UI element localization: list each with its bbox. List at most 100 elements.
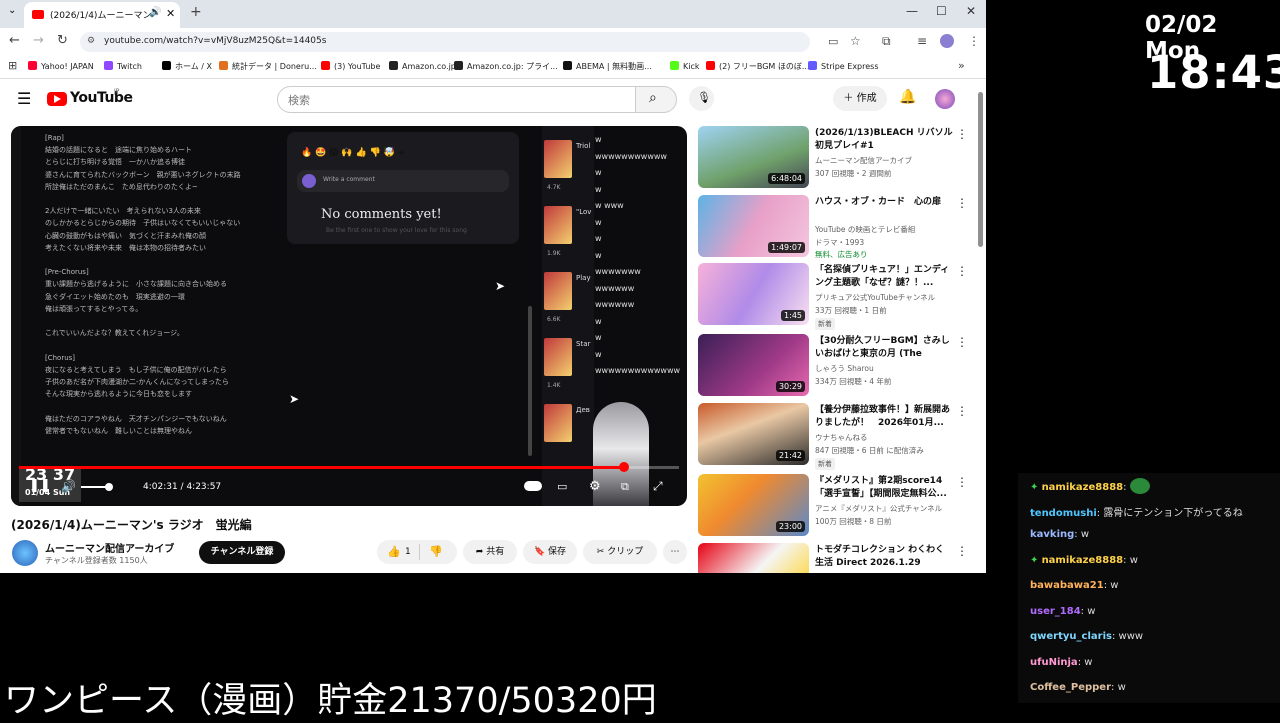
save-button[interactable]: 🔖 保存 xyxy=(523,540,577,564)
search-input[interactable] xyxy=(277,86,637,113)
cast-icon[interactable]: ▭ xyxy=(828,35,838,48)
minimize-icon[interactable]: — xyxy=(906,4,918,18)
subscribe-button[interactable]: チャンネル登録 xyxy=(199,541,285,564)
search-button[interactable]: ⌕ xyxy=(635,86,677,113)
more-options-icon[interactable]: ⋮ xyxy=(956,264,968,278)
maximize-icon[interactable]: ☐ xyxy=(936,4,947,18)
browser-menu-icon[interactable]: ⋮ xyxy=(968,34,980,48)
new-tab-icon[interactable]: + xyxy=(190,4,202,20)
track-title[interactable]: Star xyxy=(576,340,590,348)
channel-name[interactable]: ムーニーマン配信アーカイブ xyxy=(45,540,174,555)
miniplayer-icon[interactable]: ⧉ xyxy=(621,480,629,494)
autoplay-toggle[interactable] xyxy=(524,481,542,491)
fullscreen-icon[interactable]: ⤢ xyxy=(653,479,663,494)
more-options-icon[interactable]: ⋮ xyxy=(956,404,968,418)
dislike-icon[interactable]: 👎 xyxy=(429,540,443,564)
track-title[interactable]: Triol xyxy=(576,142,590,150)
related-thumbnail[interactable]: 21:42 xyxy=(698,403,809,465)
bookmark-item[interactable]: Amazon.co.jp xyxy=(389,61,456,71)
notifications-bell-icon[interactable]: 🔔 xyxy=(899,89,916,105)
track-cover-image[interactable] xyxy=(544,140,572,178)
bookmark-item[interactable]: Amazon.co.jp: プライ... xyxy=(454,61,558,72)
account-avatar[interactable] xyxy=(935,89,955,109)
related-title[interactable]: ハウス・オブ・カード 心の扉 xyxy=(815,196,953,209)
track-title[interactable]: Дев xyxy=(576,406,590,414)
clip-button[interactable]: ✂ クリップ xyxy=(583,540,657,564)
related-title[interactable]: (2026/1/13)BLEACH リバソル 初見プレイ#1 xyxy=(815,127,953,153)
more-options-icon[interactable]: ⋮ xyxy=(956,127,968,141)
related-title[interactable]: トモダチコレクション わくわく生活 Direct 2026.1.29 xyxy=(815,544,953,570)
related-thumbnail[interactable] xyxy=(698,543,809,573)
related-title[interactable]: 『メダリスト』第2期score14「選手宣誓」【期間限定無料公... xyxy=(815,475,953,501)
related-channel[interactable]: アニメ『メダリスト』公式チャンネル xyxy=(815,503,955,514)
track-cover-image[interactable] xyxy=(544,404,572,442)
related-title[interactable]: 【養分伊藤拉致事件！】新展開ありましたが！ 2026年01月... xyxy=(815,404,953,430)
like-icon[interactable]: 👍 xyxy=(387,540,401,564)
page-scrollbar[interactable] xyxy=(978,92,983,247)
forward-icon[interactable]: → xyxy=(33,33,44,48)
chat-username[interactable]: tendomushi xyxy=(1030,508,1097,519)
more-options-icon[interactable]: ⋮ xyxy=(956,475,968,489)
pause-icon[interactable]: ❚❚ xyxy=(29,478,51,493)
close-tab-icon[interactable]: ✕ xyxy=(166,7,175,20)
subtitles-icon[interactable]: ▭ xyxy=(557,480,567,493)
bookmark-item[interactable]: 統計データ | Doneru... xyxy=(219,61,317,72)
bookmark-item[interactable]: ABEMA | 無料動画... xyxy=(563,61,652,72)
youtube-logo-icon[interactable] xyxy=(47,92,67,106)
track-title[interactable]: Play xyxy=(576,274,591,282)
back-icon[interactable]: ← xyxy=(9,33,20,48)
extensions-icon[interactable]: ⧉ xyxy=(882,34,891,49)
settings-gear-icon[interactable]: ⚙ xyxy=(589,479,601,494)
related-title[interactable]: 「名探偵プリキュア！」エンディング主題歌「なぜ？謎？！... xyxy=(815,264,953,290)
more-options-icon[interactable]: ⋮ xyxy=(956,335,968,349)
create-button[interactable]: ＋ 作成 xyxy=(833,86,887,111)
more-actions-button[interactable]: ⋯ xyxy=(663,540,687,564)
more-options-icon[interactable]: ⋮ xyxy=(956,544,968,558)
hamburger-menu-icon[interactable]: ☰ xyxy=(17,89,31,108)
bookmark-item[interactable]: Kick xyxy=(670,61,700,71)
related-thumbnail[interactable]: 1:45 xyxy=(698,263,809,325)
related-thumbnail[interactable]: 23:00 xyxy=(698,474,809,536)
chat-username[interactable]: ufuNinja xyxy=(1030,657,1078,668)
bookmark-item[interactable]: (3) YouTube xyxy=(321,61,380,71)
bookmark-item[interactable]: Stripe Express xyxy=(808,61,879,71)
chat-username[interactable]: Coffee_Pepper xyxy=(1030,682,1111,693)
youtube-logo-text[interactable]: YouTube xyxy=(70,90,133,106)
track-cover-image[interactable] xyxy=(544,272,572,310)
chat-username[interactable]: user_184 xyxy=(1030,606,1081,617)
video-player[interactable]: [Rap] 結婚の話題になると 途端に焦り始めるハート とらじに打ち明ける覚悟 … xyxy=(11,126,687,506)
bookmark-star-icon[interactable]: ☆ xyxy=(850,34,861,48)
bookmark-item[interactable]: Twitch xyxy=(104,61,142,71)
speaker-icon[interactable]: 🔊 xyxy=(149,7,161,18)
related-title[interactable]: 【30分耐久フリーBGM】さみしいおばけと東京の月 (The lonel... xyxy=(815,335,953,361)
active-tab[interactable]: (2026/1/4)ムーニーマン's ラジオ 🔊 ✕ xyxy=(24,2,180,28)
channel-avatar[interactable] xyxy=(12,540,38,566)
more-bookmarks-icon[interactable]: » xyxy=(958,59,965,72)
tab-search-icon[interactable]: ⌄ xyxy=(8,5,16,16)
related-thumbnail[interactable]: 6:48:04 xyxy=(698,126,809,188)
related-thumbnail[interactable]: 1:49:07 xyxy=(698,195,809,257)
related-channel[interactable]: プリキュア公式YouTubeチャンネル xyxy=(815,292,955,303)
track-title[interactable]: "Lov xyxy=(576,208,591,216)
site-info-icon[interactable]: ⚙ xyxy=(87,36,95,46)
related-channel[interactable]: ムーニーマン配信アーカイブ xyxy=(815,155,955,166)
related-channel[interactable]: YouTube の映画とテレビ番組 xyxy=(815,224,955,235)
media-control-icon[interactable]: ≡ xyxy=(917,34,927,48)
bookmark-item[interactable]: (2) フリーBGM ほのぼ... xyxy=(706,61,810,72)
chat-username[interactable]: kavking xyxy=(1030,529,1074,540)
voice-search-button[interactable]: 🎙 xyxy=(689,86,714,111)
related-channel[interactable]: しゃろう Sharou xyxy=(815,363,955,374)
share-button[interactable]: ➦ 共有 xyxy=(463,540,517,564)
bookmark-item[interactable]: Yahoo! JAPAN xyxy=(28,61,94,71)
related-channel[interactable]: ウナちゃんねる xyxy=(815,432,955,443)
volume-knob[interactable] xyxy=(105,483,113,491)
related-thumbnail[interactable]: 30:29 xyxy=(698,334,809,396)
volume-icon[interactable]: 🔊 xyxy=(61,479,76,493)
chat-username[interactable]: namikaze8888 xyxy=(1042,555,1124,566)
bookmark-item[interactable]: ホーム / X xyxy=(162,61,212,72)
chat-username[interactable]: qwertyu_claris xyxy=(1030,631,1112,642)
track-cover-image[interactable] xyxy=(544,338,572,376)
reload-icon[interactable]: ↻ xyxy=(57,33,68,48)
chat-username[interactable]: namikaze8888 xyxy=(1042,482,1124,493)
apps-grid-icon[interactable]: ⊞ xyxy=(8,59,17,72)
